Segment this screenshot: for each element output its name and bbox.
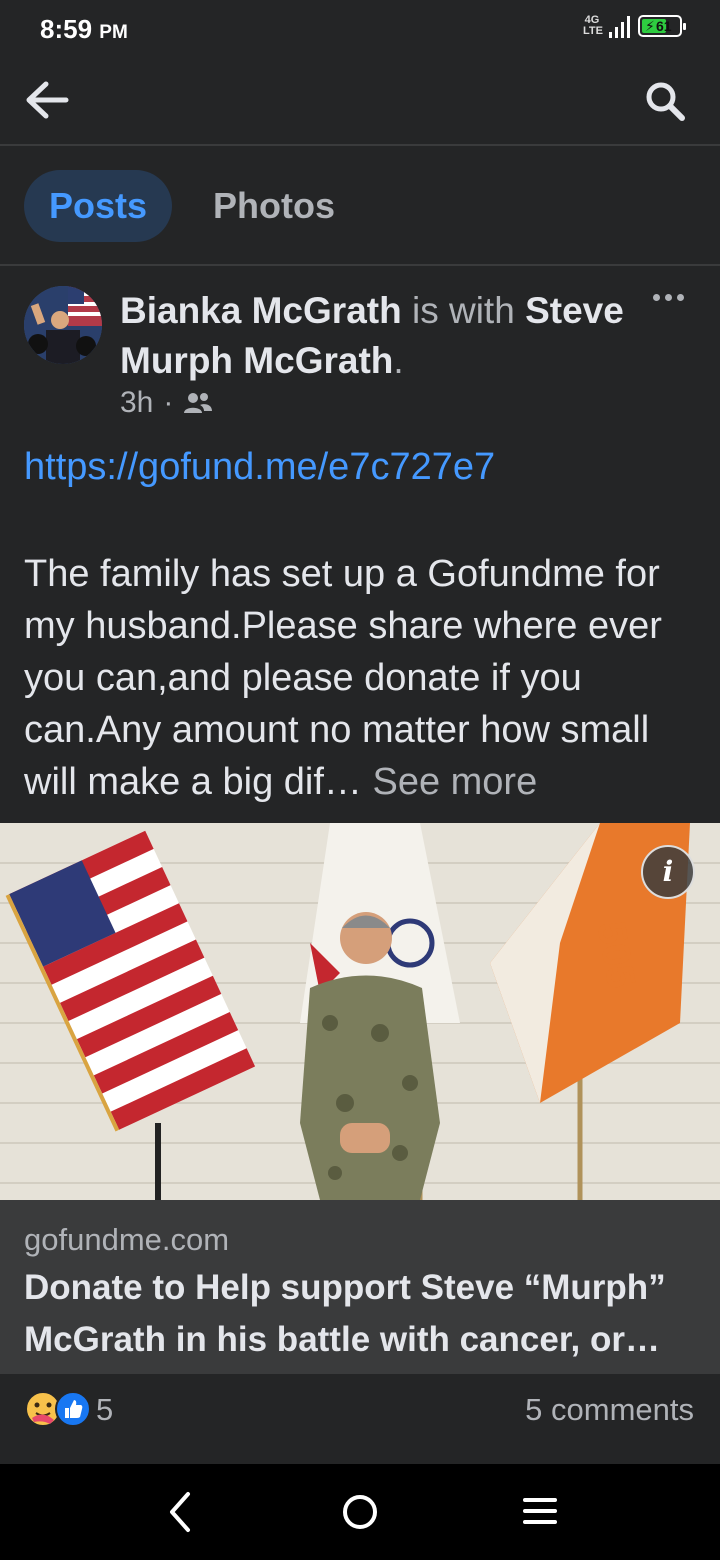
see-more-link[interactable]: See more — [372, 761, 537, 803]
post-link[interactable]: https://gofund.me/e7c727e7 — [24, 446, 495, 489]
nav-menu-icon[interactable] — [522, 1496, 558, 1526]
post-body-text: The family has set up a Gofundme for my … — [24, 553, 662, 803]
system-nav-bar — [0, 1464, 720, 1560]
link-title: Donate to Help support Steve “Murph” McG… — [24, 1268, 666, 1359]
top-bar — [0, 58, 720, 146]
avatar[interactable] — [24, 286, 102, 364]
friends-icon — [184, 393, 213, 413]
comments-count[interactable]: 5 comments — [525, 1392, 694, 1428]
link-preview[interactable]: gofundme.com Donate to Help support Stev… — [0, 1200, 720, 1374]
arrow-left-icon[interactable] — [24, 80, 70, 120]
network-type-icon: 4G LTE — [583, 15, 603, 37]
link-preview-image[interactable]: 505 — [0, 823, 720, 1200]
post-time[interactable]: 3h — [120, 386, 153, 420]
post-text: The family has set up a Gofundme for my … — [24, 548, 700, 808]
post-meta: 3h · — [120, 386, 213, 420]
with-connector: is with — [401, 290, 526, 331]
tab-posts[interactable]: Posts — [24, 170, 173, 242]
status-clock: 8:59 — [40, 14, 93, 44]
signal-strength-icon — [609, 14, 630, 38]
avatar-image — [24, 286, 102, 364]
reactions-bar: 5 5 comments — [0, 1378, 720, 1448]
author-name[interactable]: Bianka McGrath — [120, 290, 402, 331]
reaction-icons[interactable] — [24, 1390, 94, 1428]
network-type-bottom: LTE — [583, 25, 603, 37]
info-icon[interactable]: i — [641, 845, 695, 899]
charging-bolt-icon: ⚡ — [645, 18, 655, 34]
reaction-count[interactable]: 5 — [96, 1392, 113, 1428]
more-options-icon[interactable] — [653, 294, 684, 301]
search-icon[interactable] — [644, 80, 686, 122]
nav-back-icon[interactable] — [160, 1490, 200, 1534]
battery-level: 61 — [656, 18, 672, 34]
status-ampm: PM — [99, 22, 128, 43]
period: . — [393, 340, 404, 381]
care-reaction-icon — [25, 1391, 61, 1427]
like-reaction-icon — [55, 1391, 91, 1427]
status-icons: 4G LTE ⚡ 61 — [583, 14, 686, 38]
post-author-line: Bianka McGrath is with Steve Murph McGra… — [120, 286, 640, 386]
post-header: Bianka McGrath is with Steve Murph McGra… — [0, 266, 720, 436]
status-time: 8:59 PM — [40, 14, 128, 45]
battery-icon: ⚡ 61 — [638, 15, 686, 37]
soldier-with-flags-image: 505 — [0, 823, 720, 1200]
tabs: Posts Photos — [0, 146, 720, 266]
nav-home-icon[interactable] — [342, 1494, 378, 1530]
tab-photos[interactable]: Photos — [188, 170, 360, 242]
meta-separator: · — [163, 386, 174, 419]
link-domain: gofundme.com — [24, 1222, 230, 1257]
status-bar: 8:59 PM 4G LTE ⚡ 61 — [0, 0, 720, 58]
